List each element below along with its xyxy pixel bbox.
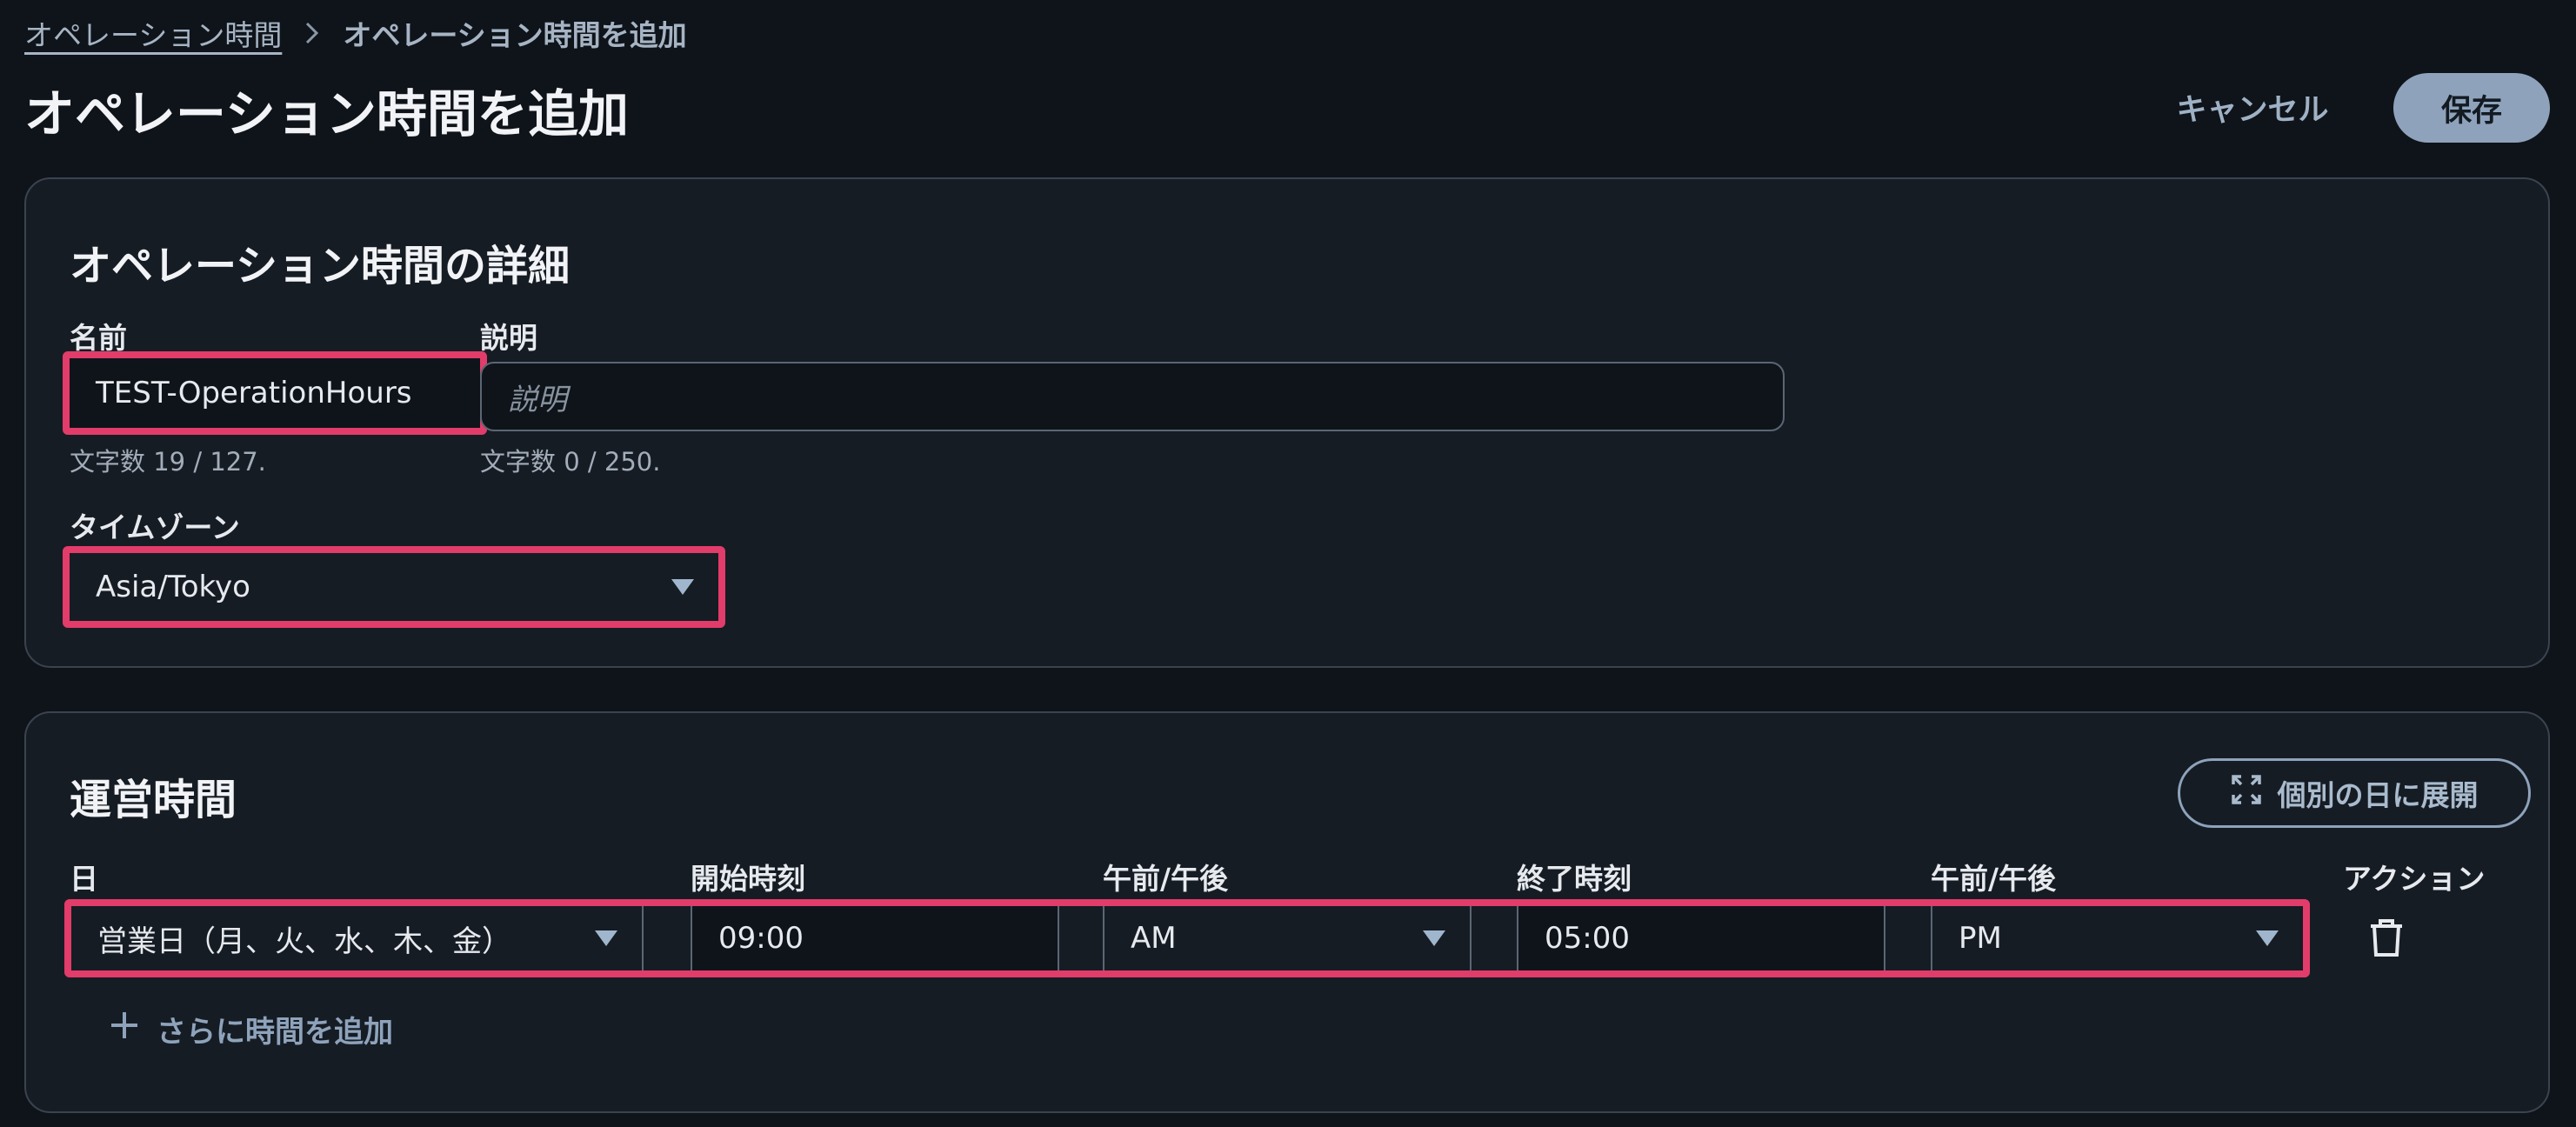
name-input-value: TEST-OperationHours (96, 376, 412, 410)
start-ampm-value: AM (1131, 921, 1177, 956)
hours-card: 運営時間 個別の日に展開 日 開始時刻 午前/午後 終了時刻 午前/午後 アクシ… (24, 711, 2550, 1113)
chevron-right-icon (304, 21, 320, 45)
plus-icon (110, 1010, 139, 1048)
timezone-label: タイムゾーン (70, 510, 240, 544)
start-ampm-select[interactable]: AM (1103, 906, 1472, 970)
details-card: オペレーション時間の詳細 名前 TEST-OperationHours 文字数 … (24, 177, 2550, 668)
add-more-hours-button[interactable]: さらに時間を追加 (110, 1005, 393, 1052)
end-ampm-select[interactable]: PM (1931, 906, 2303, 970)
col-start-ampm-header: 午前/午後 (1103, 862, 1229, 896)
page-title: オペレーション時間を追加 (24, 84, 629, 143)
caret-down-icon (1423, 930, 1445, 946)
caret-down-icon (671, 579, 694, 595)
end-time-input[interactable]: 05:00 (1517, 906, 1885, 970)
end-ampm-value: PM (1959, 921, 2002, 956)
caret-down-icon (595, 930, 617, 946)
end-time-value: 05:00 (1545, 921, 1630, 956)
trash-icon[interactable] (2367, 918, 2406, 958)
name-input[interactable]: TEST-OperationHours (70, 358, 480, 428)
name-char-count: 文字数 19 / 127. (70, 447, 266, 477)
timezone-field-highlight: Asia/Tokyo (63, 546, 725, 628)
details-section-title: オペレーション時間の詳細 (70, 242, 571, 290)
caret-down-icon (2256, 930, 2279, 946)
expand-days-label: 個別の日に展開 (2277, 778, 2479, 812)
timezone-value: Asia/Tokyo (96, 570, 250, 604)
expand-days-button[interactable]: 個別の日に展開 (2178, 758, 2531, 828)
col-action-header: アクション (2343, 862, 2486, 896)
description-label: 説明 (480, 321, 537, 355)
description-input[interactable]: 説明 (480, 362, 1785, 431)
start-time-value: 09:00 (718, 921, 804, 956)
name-label: 名前 (70, 321, 127, 355)
name-field-highlight: TEST-OperationHours (63, 351, 487, 435)
expand-icon (2231, 774, 2262, 812)
day-select-value: 営業日（月、火、水、木、金） (97, 924, 511, 959)
breadcrumb-parent-link[interactable]: オペレーション時間 (24, 12, 282, 54)
timezone-select[interactable]: Asia/Tokyo (70, 553, 718, 621)
col-start-header: 開始時刻 (691, 862, 805, 896)
cancel-button[interactable]: キャンセル (2157, 80, 2348, 134)
add-more-hours-label: さらに時間を追加 (157, 1014, 393, 1050)
col-end-header: 終了時刻 (1517, 862, 1632, 896)
description-char-count: 文字数 0 / 250. (480, 447, 661, 477)
breadcrumb: オペレーション時間 オペレーション時間を追加 (24, 14, 687, 52)
col-day-header: 日 (70, 862, 98, 896)
save-button[interactable]: 保存 (2393, 73, 2550, 143)
hours-section-title: 運営時間 (70, 776, 237, 824)
col-end-ampm-header: 午前/午後 (1931, 862, 2057, 896)
breadcrumb-current: オペレーション時間を追加 (343, 18, 687, 52)
start-time-input[interactable]: 09:00 (691, 906, 1059, 970)
description-placeholder: 説明 (508, 382, 567, 417)
day-select[interactable]: 営業日（月、火、水、木、金） (71, 906, 644, 970)
